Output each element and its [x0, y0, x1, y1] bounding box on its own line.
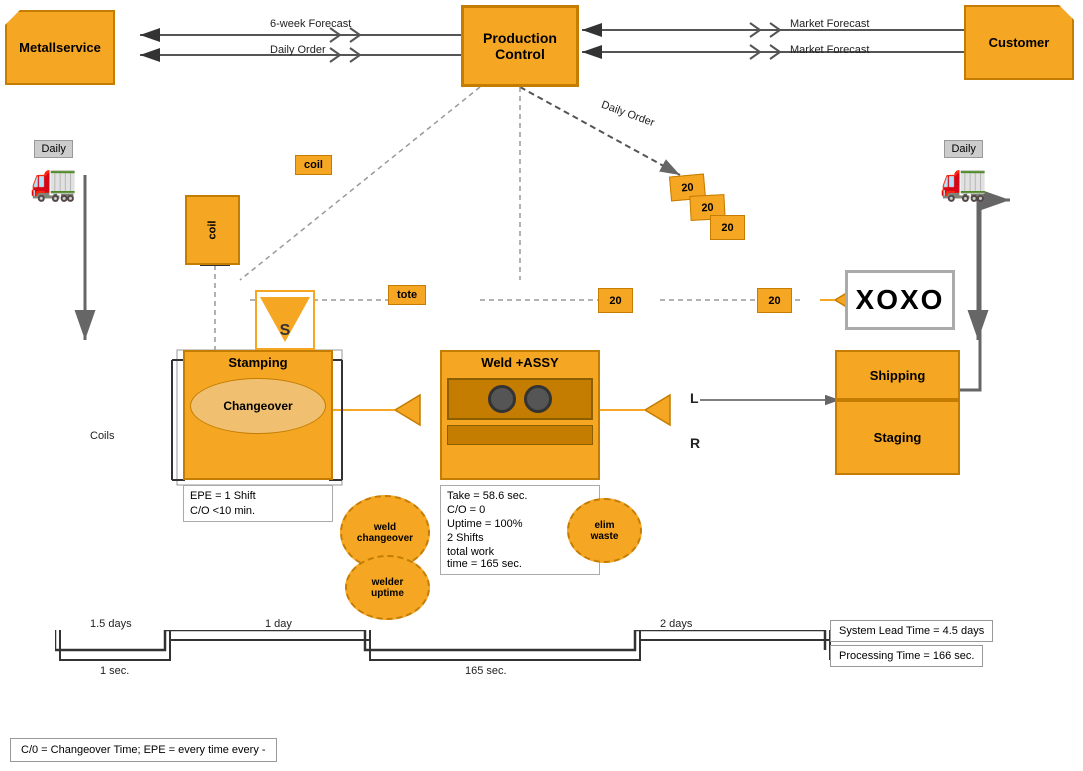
- truck-left: Daily 🚛: [30, 140, 77, 204]
- xoxo-box: XOXO: [845, 270, 955, 330]
- L-label: L: [690, 390, 699, 406]
- timeline-days-3: 2 days: [660, 618, 692, 630]
- coils-label: Coils: [90, 430, 114, 442]
- truck-right: Daily 🚛: [940, 140, 987, 204]
- R-label: R: [690, 435, 700, 451]
- timeline-days-1: 1.5 days: [90, 618, 132, 630]
- coil-vertical-inventory: coil: [185, 195, 240, 265]
- coil-label-top: coil: [295, 155, 332, 175]
- inventory-20-right-weld: 20: [757, 288, 792, 313]
- weld-assy-process: Weld +ASSY: [440, 350, 600, 480]
- stamping-co: C/O <10 min.: [190, 505, 326, 517]
- system-lead-time-box: System Lead Time = 4.5 days: [830, 620, 993, 642]
- metallservice-factory: Metallservice: [5, 10, 115, 85]
- inventory-20-middle: 20: [598, 288, 633, 313]
- supermarket-symbol: S: [255, 290, 315, 350]
- daily-order-left-label: Daily Order: [270, 44, 326, 56]
- timeline-days-2: 1 day: [265, 618, 292, 630]
- stamping-process: Stamping Changeover: [183, 350, 333, 480]
- production-control-box: ProductionControl: [461, 5, 579, 87]
- daily-order-right-label: Daily Order: [600, 99, 656, 129]
- inventory-20-stack-3: 20: [710, 215, 745, 240]
- shipping-process: Shipping: [835, 350, 960, 400]
- truck-left-label: Daily: [41, 143, 65, 155]
- metallservice-label: Metallservice: [19, 40, 101, 55]
- stamping-epe: EPE = 1 Shift: [190, 490, 326, 502]
- market-forecast-1-label: Market Forecast: [790, 18, 869, 30]
- processing-time-box: Processing Time = 166 sec.: [830, 645, 983, 667]
- six-week-forecast-label: 6-week Forecast: [270, 18, 351, 30]
- tote-label: tote: [388, 285, 426, 305]
- customer-label: Customer: [989, 35, 1050, 50]
- truck-right-label: Daily: [951, 143, 975, 155]
- kaizen-elim-waste: elimwaste: [567, 498, 642, 563]
- kaizen-welder-uptime: welderuptime: [345, 555, 430, 620]
- staging-box: Staging: [835, 400, 960, 475]
- stamping-info-box: EPE = 1 Shift C/O <10 min.: [183, 485, 333, 522]
- production-control-label: ProductionControl: [483, 30, 557, 62]
- market-forecast-2-label: Market Forecast: [790, 44, 869, 56]
- legend-box: C/0 = Changeover Time; EPE = every time …: [10, 738, 277, 762]
- customer-factory: Customer: [964, 5, 1074, 80]
